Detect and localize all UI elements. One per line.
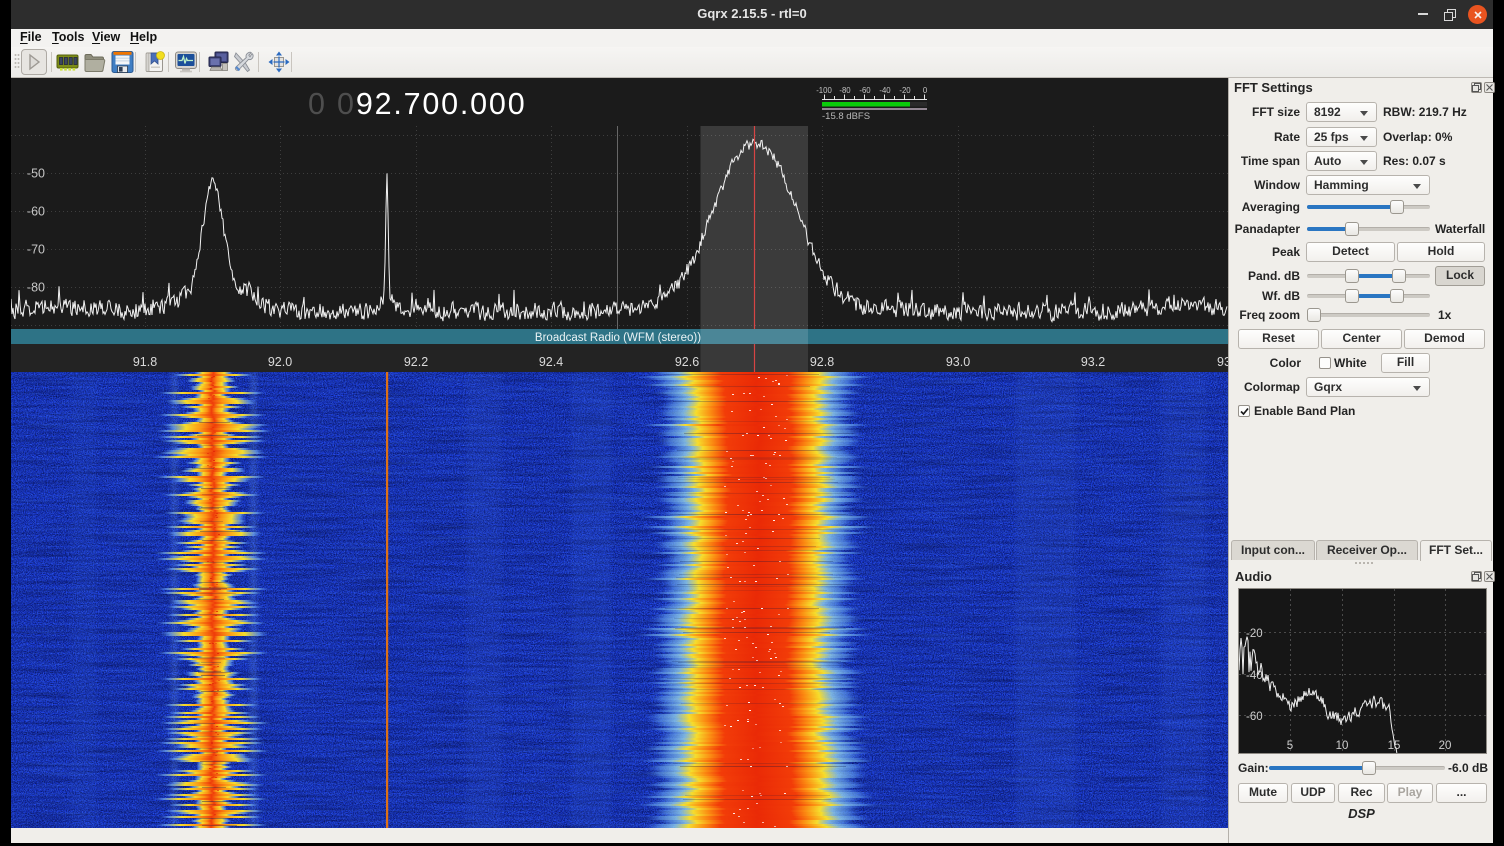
svg-text:5: 5 [1287, 740, 1293, 752]
svg-text:20: 20 [1439, 740, 1452, 752]
svg-text:-15.8 dBFS: -15.8 dBFS [822, 111, 870, 122]
svg-text:-40: -40 [879, 86, 891, 95]
svg-text:Broadcast Radio (WFM (stereo)): Broadcast Radio (WFM (stereo)) [535, 332, 701, 344]
svg-text:92.6: 92.6 [675, 355, 699, 369]
svg-text:-60: -60 [859, 86, 871, 95]
svg-text:91.8: 91.8 [133, 355, 157, 369]
svg-text:-60: -60 [27, 205, 45, 219]
svg-text:93.0: 93.0 [946, 355, 970, 369]
svg-text:92.2: 92.2 [404, 355, 428, 369]
svg-text:0 092.700.000: 0 092.700.000 [308, 87, 526, 121]
svg-text:92.8: 92.8 [810, 355, 834, 369]
svg-text:93: 93 [1217, 355, 1228, 369]
svg-text:93.2: 93.2 [1081, 355, 1105, 369]
svg-text:-60: -60 [1246, 711, 1263, 723]
svg-text:-80: -80 [27, 281, 45, 295]
svg-text:-20: -20 [1246, 628, 1263, 640]
svg-text:0: 0 [923, 86, 928, 95]
svg-text:-80: -80 [839, 86, 851, 95]
svg-text:-100: -100 [816, 86, 832, 95]
svg-text:-50: -50 [27, 167, 45, 181]
svg-text:10: 10 [1336, 740, 1349, 752]
svg-text:92.4: 92.4 [539, 355, 563, 369]
svg-text:-70: -70 [27, 243, 45, 257]
svg-text:-20: -20 [899, 86, 911, 95]
svg-text:92.0: 92.0 [268, 355, 292, 369]
